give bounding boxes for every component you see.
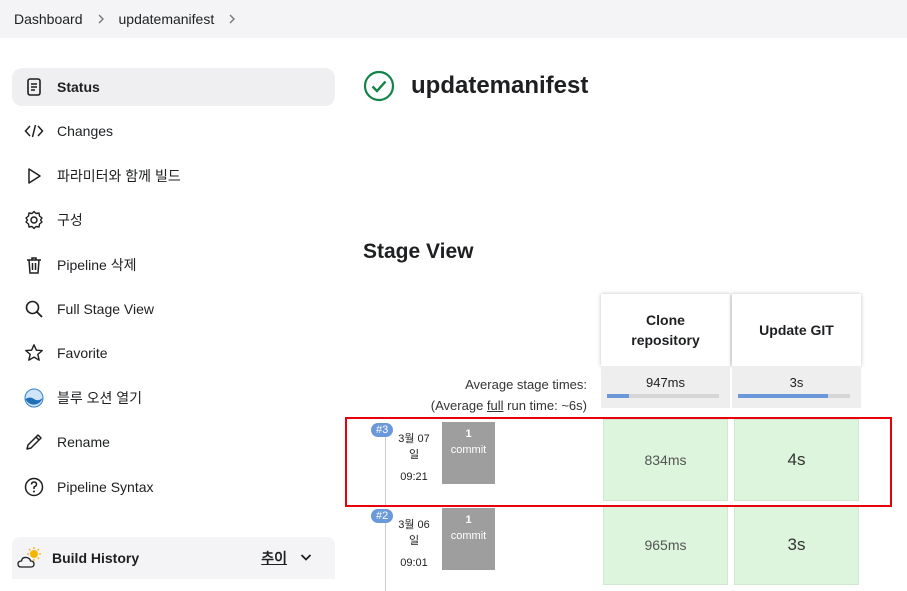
help-icon <box>23 476 45 498</box>
trash-icon <box>23 254 45 276</box>
stage-cell-update-git[interactable]: 3s <box>734 505 859 585</box>
sidebar-item-label: Pipeline Syntax <box>57 478 154 495</box>
sidebar-item-label: 블루 오션 열기 <box>57 389 143 406</box>
build-history-header: Build History 추이 <box>12 537 335 579</box>
sidebar-item-label: Rename <box>57 434 110 451</box>
column-header-clone-repository: Clone repository <box>601 294 730 366</box>
gear-icon <box>23 209 45 231</box>
sidebar-item-configure[interactable]: 구성 <box>12 201 335 239</box>
sidebar-item-label: Full Stage View <box>57 300 155 317</box>
run-date: 3월 06 일 <box>398 519 430 547</box>
weather-sunny-cloud-icon <box>16 546 44 570</box>
chevron-right-icon[interactable] <box>226 13 238 25</box>
sidebar-item-rename[interactable]: Rename <box>12 423 335 461</box>
run-time: 09:01 <box>400 557 428 569</box>
average-time-update-git: 3s <box>732 366 861 408</box>
stage-cell-clone-repository[interactable]: 965ms <box>603 505 728 585</box>
sidebar-item-changes[interactable]: Changes <box>12 112 335 150</box>
sidebar-item-label: Status <box>57 79 100 95</box>
success-check-icon <box>363 70 395 102</box>
sidebar-item-pipeline-syntax[interactable]: Pipeline Syntax <box>12 468 335 506</box>
run-meta: #2 3월 06 일 09:01 1 commit <box>363 505 601 591</box>
run-row-2: #2 3월 06 일 09:01 1 commit 965ms 3s <box>363 505 863 591</box>
stage-view-title: Stage View <box>363 240 474 263</box>
breadcrumb-job[interactable]: updatemanifest <box>119 11 215 27</box>
sidebar-item-favorite[interactable]: Favorite <box>12 334 335 372</box>
commit-badge[interactable]: 1 commit <box>442 508 495 570</box>
sidebar-item-label: 구성 <box>57 212 83 229</box>
average-time-bar <box>738 394 850 398</box>
sidebar-item-label: 파라미터와 함께 빌드 <box>57 167 181 184</box>
breadcrumb: Dashboard updatemanifest <box>0 0 907 38</box>
document-icon <box>23 76 45 98</box>
highlight-box <box>345 417 892 507</box>
blue-ocean-icon <box>23 387 45 409</box>
sidebar-item-blue-ocean[interactable]: 블루 오션 열기 <box>12 379 335 417</box>
average-stage-times-label: Average stage times: (Average full run t… <box>430 377 587 413</box>
sidebar-item-build-with-parameters[interactable]: 파라미터와 함께 빌드 <box>12 157 335 195</box>
breadcrumb-dashboard[interactable]: Dashboard <box>14 11 83 27</box>
chevron-down-icon[interactable] <box>299 550 313 569</box>
sidebar-item-label: Favorite <box>57 345 108 362</box>
average-time-bar <box>607 394 719 398</box>
trend-link[interactable]: 추이 <box>261 548 287 568</box>
sidebar-item-delete-pipeline[interactable]: Pipeline 삭제 <box>12 246 335 284</box>
chevron-right-icon[interactable] <box>95 13 107 25</box>
column-header-update-git: Update GIT <box>732 294 861 366</box>
sidebar: Status Changes 파라미터와 함께 빌드 구성 Pipeline 삭… <box>12 68 335 512</box>
sidebar-item-label: Changes <box>57 123 114 140</box>
search-icon <box>23 298 45 320</box>
sidebar-item-status[interactable]: Status <box>12 68 335 106</box>
full-run-time-link[interactable]: full <box>487 398 504 413</box>
build-history-title: Build History <box>52 550 140 566</box>
sidebar-item-full-stage-view[interactable]: Full Stage View <box>12 290 335 328</box>
code-icon <box>23 120 45 142</box>
play-icon <box>23 165 45 187</box>
sidebar-item-label: Pipeline 삭제 <box>57 256 137 273</box>
page-title: updatemanifest <box>411 72 589 99</box>
star-icon <box>23 342 45 364</box>
job-header: updatemanifest <box>363 70 588 102</box>
pencil-icon <box>23 431 45 453</box>
average-time-clone-repository: 947ms <box>601 366 730 408</box>
